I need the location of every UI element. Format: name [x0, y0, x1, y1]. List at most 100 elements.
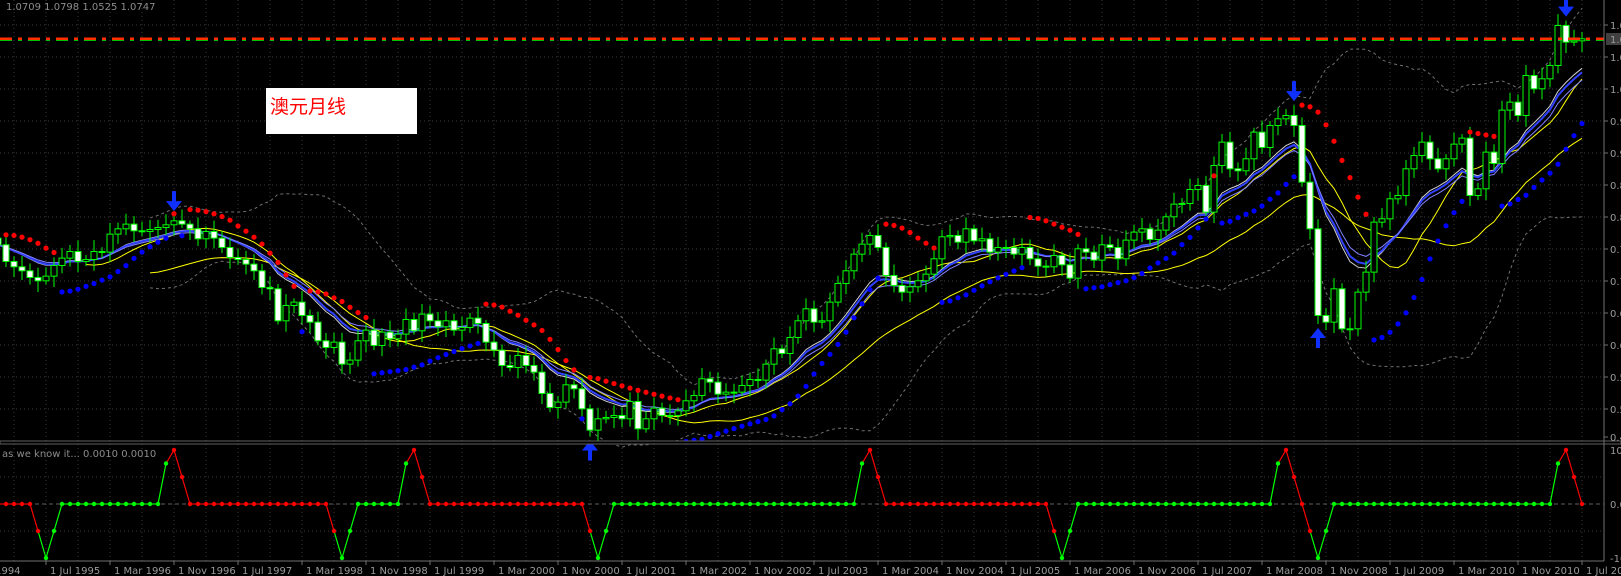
sar-dot	[467, 343, 473, 349]
oscillator-point	[867, 447, 873, 453]
candle	[1242, 147, 1250, 176]
candle-body	[442, 320, 450, 328]
sar-dot	[659, 393, 665, 399]
candle-body	[554, 401, 562, 408]
sar-dot	[643, 389, 649, 395]
sar-dot	[1299, 102, 1305, 108]
price-chart[interactable]: 1.0 1.0 1.0 0.9 0.9 0.8 0.8 0.7 0.7 0.6 0.6 0.5 0.5 0…	[0, 0, 1621, 576]
oscillator-point	[43, 555, 49, 561]
sar-dot	[83, 283, 89, 289]
sar-dot	[1531, 184, 1537, 191]
price-axis-label: 1.0	[1610, 85, 1621, 96]
candle-body	[1530, 74, 1538, 90]
candle-body	[1474, 188, 1482, 196]
sar-dot	[555, 346, 561, 353]
candle	[1114, 238, 1122, 270]
candle	[394, 329, 402, 347]
oscillator-point	[1579, 501, 1585, 507]
oscillator-point	[1179, 501, 1185, 507]
sar-dot	[1011, 268, 1017, 274]
oscillator-point	[611, 501, 617, 507]
oscillator-point	[819, 501, 825, 507]
oscillator-point	[1227, 501, 1233, 507]
sar-dot	[203, 209, 209, 215]
candle	[698, 368, 706, 401]
oscillator-point	[1211, 501, 1217, 507]
sar-dot	[579, 416, 585, 422]
oscillator-point	[1523, 501, 1529, 507]
sar-dot	[1035, 215, 1041, 222]
candle	[634, 391, 642, 440]
oscillator-point	[1003, 501, 1009, 507]
sar-dot	[851, 315, 857, 321]
candle-body	[1370, 221, 1378, 273]
candle-body	[1250, 131, 1258, 160]
sar-dot	[571, 367, 577, 373]
candle-body	[1074, 248, 1082, 279]
oscillator-segment	[165, 449, 175, 464]
candle-body	[1322, 314, 1330, 323]
candle-body	[458, 326, 466, 331]
sar-dot	[1379, 334, 1385, 341]
candle	[1250, 127, 1258, 171]
candle	[1282, 109, 1290, 126]
candle-body	[1514, 101, 1522, 116]
oscillator-point	[1043, 501, 1049, 507]
candle	[730, 383, 738, 404]
chart-annotation-text: 澳元月线	[270, 96, 347, 118]
sar-dot	[379, 370, 385, 376]
candle-body	[474, 317, 482, 324]
candle	[994, 236, 1002, 261]
candle-body	[266, 286, 274, 290]
sar-dot	[635, 387, 641, 393]
sar-dot	[363, 314, 369, 321]
sar-dot	[811, 371, 817, 377]
sar-dot	[403, 366, 409, 373]
ma-white	[0, 67, 1583, 413]
candle	[810, 300, 818, 332]
candle	[1322, 307, 1330, 330]
oscillator-segment	[1053, 530, 1063, 559]
oscillator-point	[1539, 501, 1545, 507]
oscillator-point	[635, 501, 641, 507]
candle	[1298, 117, 1306, 187]
oscillator-point	[267, 501, 273, 507]
oscillator-point	[1475, 501, 1481, 507]
sar-dot	[419, 362, 425, 368]
sar-dot	[979, 283, 985, 289]
sar-dot	[371, 371, 377, 377]
candle	[1498, 100, 1506, 174]
sar-dot	[283, 272, 289, 278]
candle	[386, 320, 394, 348]
sar-dot	[1003, 271, 1009, 277]
oscillator-segment	[333, 530, 343, 559]
sar-dot	[43, 245, 49, 251]
candle-body	[178, 220, 186, 225]
candle-body	[1106, 244, 1114, 248]
candle	[594, 407, 602, 442]
oscillator-point	[779, 501, 785, 507]
sar-dot	[219, 213, 225, 220]
candle	[866, 231, 874, 256]
candle-body	[466, 317, 474, 328]
sar-dot	[1523, 192, 1529, 198]
candle-body	[1282, 114, 1290, 120]
sar-dot	[995, 275, 1001, 281]
candle-body	[346, 359, 354, 365]
candle	[1394, 185, 1402, 205]
candle	[362, 324, 370, 353]
time-axis-label: 1 Jul 1999	[434, 566, 484, 576]
candle-body	[82, 258, 90, 262]
candle-body	[698, 378, 706, 396]
sar-dot	[1435, 238, 1441, 244]
candle	[378, 328, 386, 357]
oscillator-point	[1091, 501, 1097, 507]
oscillator-point	[1427, 501, 1433, 507]
sar-dot	[1019, 265, 1025, 271]
oscillator-point	[1163, 501, 1169, 507]
sar-dot	[867, 287, 873, 293]
candle-body	[322, 340, 330, 348]
oscillator-point	[411, 447, 417, 453]
sar-dot	[1027, 214, 1033, 221]
candle-body	[674, 410, 682, 416]
